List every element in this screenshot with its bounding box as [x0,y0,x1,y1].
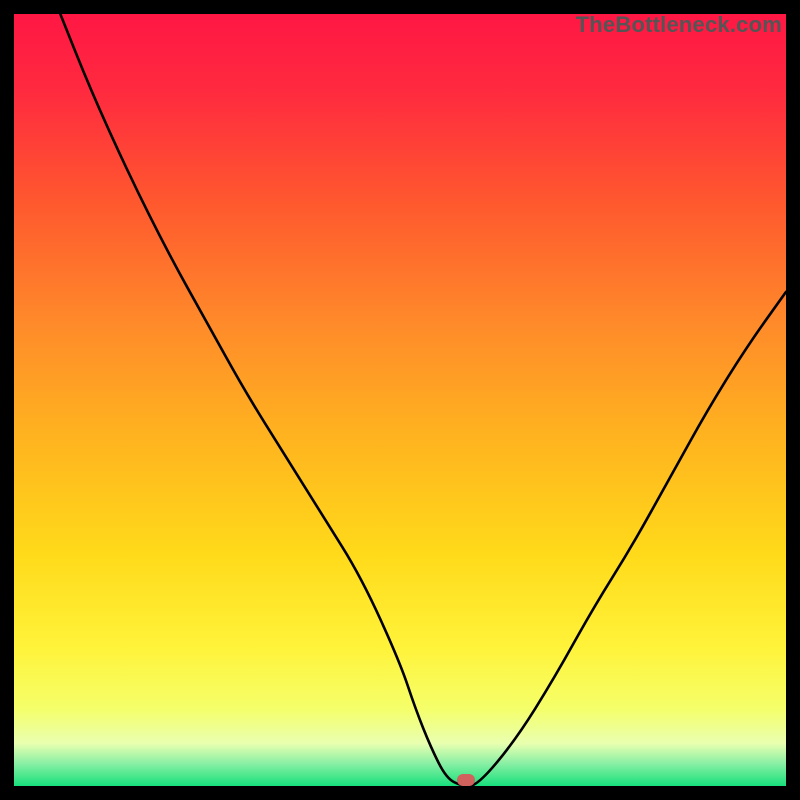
watermark-label: TheBottleneck.com [576,12,782,38]
plot-area [14,14,786,786]
gradient-background [14,14,786,786]
bottleneck-marker [457,774,475,786]
chart-svg [14,14,786,786]
chart-frame: TheBottleneck.com [14,14,786,786]
